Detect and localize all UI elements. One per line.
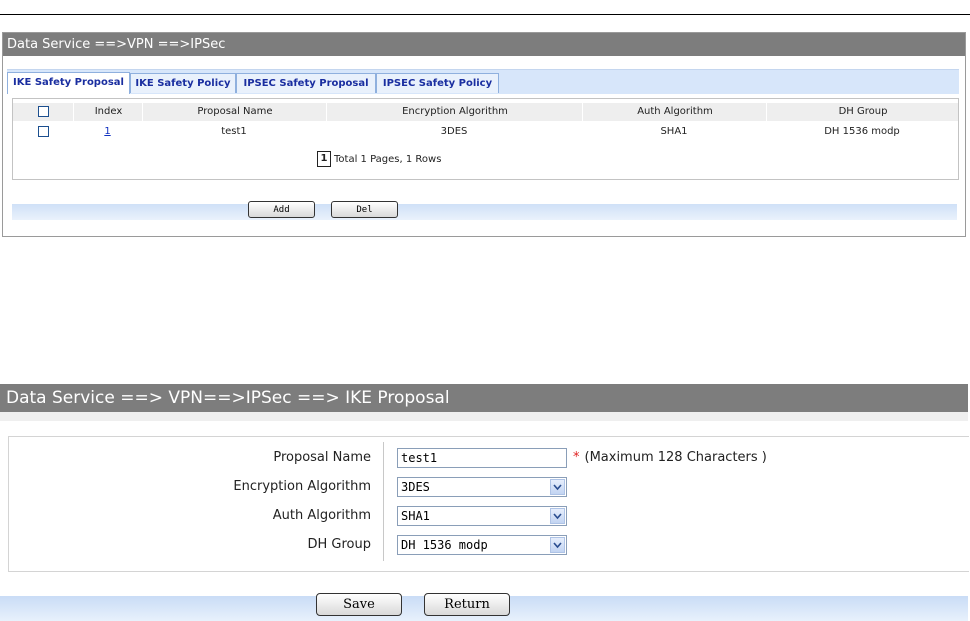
dh-group-label: DH Group (307, 537, 372, 552)
row-proposal-name: test1 (221, 126, 247, 137)
table-row: 1 test1 3DES SHA1 DH 1536 modp (13, 123, 958, 141)
header-encryption-algorithm: Encryption Algorithm (326, 103, 583, 121)
max-length-hint: (Maximum 128 Characters ) (584, 450, 767, 465)
row-auth: SHA1 (660, 126, 688, 137)
breadcrumb: Data Service ==>VPN ==>IPSec (3, 33, 965, 56)
title-strip (0, 412, 968, 421)
page-top-rule (0, 14, 970, 15)
list-button-bar (12, 204, 957, 220)
proposal-form: Proposal Name test1 * (Maximum 128 Charac… (8, 436, 969, 572)
proposal-table: Index Proposal Name Encryption Algorithm… (12, 98, 959, 180)
auth-algorithm-label: Auth Algorithm (272, 508, 371, 523)
chevron-down-icon[interactable] (550, 479, 565, 495)
dh-group-value: DH 1536 modp (401, 538, 488, 552)
row-checkbox[interactable] (37, 125, 49, 137)
tab-ipsec-safety-policy[interactable]: IPSEC Safety Policy (376, 73, 499, 93)
header-auth-algorithm: Auth Algorithm (582, 103, 767, 121)
chevron-down-icon[interactable] (550, 537, 565, 553)
encryption-algorithm-select[interactable]: 3DES (397, 477, 567, 497)
proposal-name-input[interactable]: test1 (397, 448, 567, 468)
select-all-checkbox[interactable] (37, 105, 49, 117)
header-dh-group: DH Group (766, 103, 959, 121)
tab-ike-safety-policy[interactable]: IKE Safety Policy (130, 73, 236, 93)
add-button[interactable]: Add (248, 201, 315, 218)
proposal-name-label: Proposal Name (273, 450, 371, 465)
row-index-cell: 1 (73, 123, 142, 141)
row-dh-group: DH 1536 modp (824, 126, 900, 137)
return-button[interactable]: Return (424, 593, 510, 616)
proposal-name-hint: * (Maximum 128 Characters ) (573, 448, 767, 468)
form-divider (383, 442, 384, 561)
page-number-button[interactable]: 1 (317, 151, 331, 167)
row-index-link[interactable]: 1 (104, 126, 110, 137)
row-encryption: 3DES (440, 126, 468, 137)
select-all-cell (13, 103, 73, 121)
required-marker: * (573, 450, 580, 465)
tab-bar: IKE Safety Proposal IKE Safety Policy IP… (7, 69, 959, 94)
encryption-algorithm-value: 3DES (401, 480, 430, 494)
header-index: Index (73, 103, 143, 121)
tab-ipsec-safety-proposal[interactable]: IPSEC Safety Proposal (236, 73, 376, 93)
pager-summary: Total 1 Pages, 1 Rows (334, 154, 442, 165)
ike-proposal-list-panel: Data Service ==>VPN ==>IPSec IKE Safety … (2, 32, 966, 237)
form-breadcrumb: Data Service ==> VPN==>IPSec ==> IKE Pro… (0, 384, 968, 412)
save-button[interactable]: Save (316, 593, 402, 616)
auth-algorithm-value: SHA1 (401, 509, 430, 523)
dh-group-select[interactable]: DH 1536 modp (397, 535, 567, 555)
auth-algorithm-select[interactable]: SHA1 (397, 506, 567, 526)
tab-ike-safety-proposal[interactable]: IKE Safety Proposal (7, 72, 130, 94)
del-button[interactable]: Del (331, 201, 398, 218)
encryption-algorithm-label: Encryption Algorithm (233, 479, 371, 494)
table-header-row: Index Proposal Name Encryption Algorithm… (13, 103, 958, 121)
row-select-cell (13, 123, 73, 141)
pager: 1 Total 1 Pages, 1 Rows (317, 151, 441, 169)
header-proposal-name: Proposal Name (142, 103, 327, 121)
ike-proposal-form-panel: Data Service ==> VPN==>IPSec ==> IKE Pro… (0, 384, 969, 621)
chevron-down-icon[interactable] (550, 508, 565, 524)
